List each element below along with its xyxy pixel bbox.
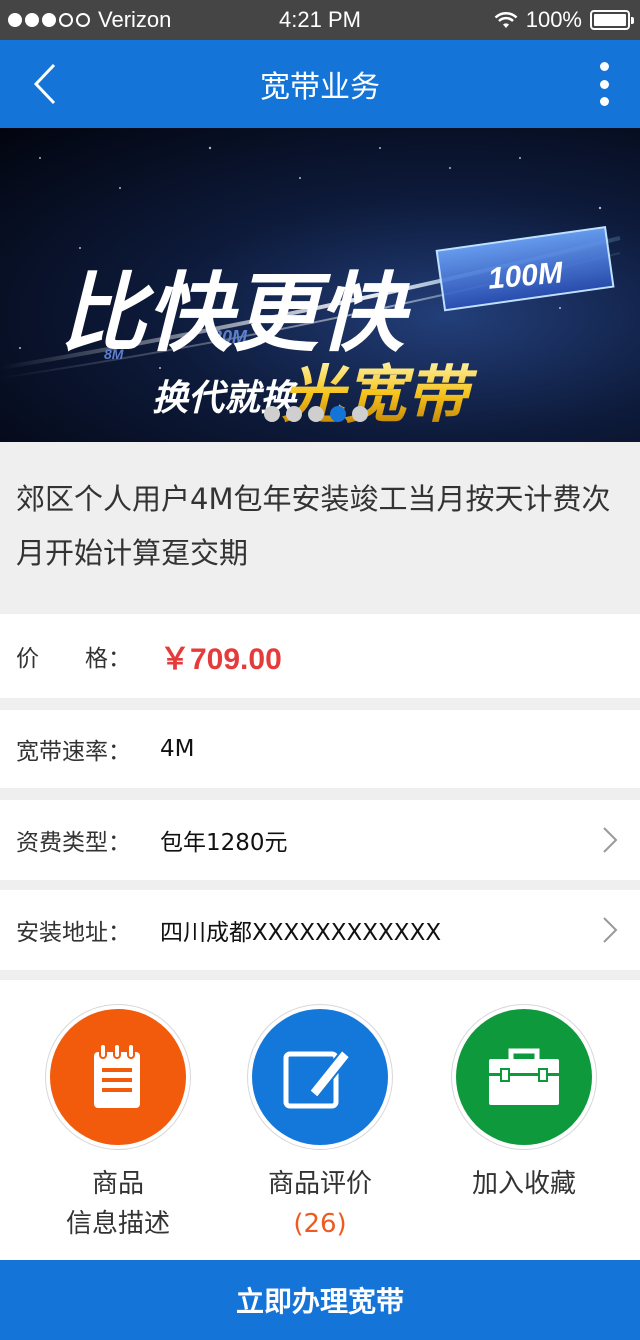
banner-dot[interactable]: [264, 406, 280, 422]
review-icon-frame: [247, 1004, 393, 1150]
battery-icon: [590, 10, 634, 30]
speed-label: 宽带速率：: [16, 739, 131, 765]
more-vertical-icon-dot: [599, 79, 609, 89]
battery-percent: 100%: [525, 7, 582, 32]
promo-banner[interactable]: 100M 20M 8M 比快更快 换代就换 光宽带: [0, 128, 640, 442]
fee-type-row[interactable]: 资费类型： 包年1280元: [0, 800, 640, 880]
add-favorite-button[interactable]: 加入收藏: [424, 1004, 624, 1204]
chevron-right-icon: [603, 917, 618, 943]
action-panel: 商品 信息描述 商品评价 (26) 加入收藏: [0, 980, 640, 1260]
banner-artwork: 100M 20M 8M 比快更快 换代就换 光宽带: [0, 146, 621, 431]
favorite-icon-frame: [451, 1004, 597, 1150]
banner-dot[interactable]: [352, 406, 368, 422]
product-title: 郊区个人用户4M包年安装竣工当月按天计费次月开始计算趸交期: [0, 442, 640, 614]
favorite-icon-bg: [456, 1009, 592, 1145]
fee-type-label: 资费类型：: [16, 830, 131, 856]
address-label: 安装地址：: [16, 920, 131, 946]
address-row[interactable]: 安装地址： 四川成都XXXXXXXXXXXX: [0, 890, 640, 970]
description-label: 商品 信息描述: [18, 1164, 218, 1244]
product-review-button[interactable]: 商品评价 (26): [220, 1004, 420, 1244]
review-label: 商品评价 (26): [220, 1164, 420, 1244]
more-vertical-icon-dot: [599, 97, 609, 106]
fee-type-value: 包年1280元: [160, 830, 288, 856]
page-title: 宽带业务: [260, 70, 380, 105]
wifi-icon: [494, 11, 518, 28]
description-label-line2: 信息描述: [65, 1209, 170, 1239]
nav-bar: 宽带业务: [0, 40, 640, 128]
review-count: (26): [293, 1209, 347, 1239]
speed-row: 宽带速率： 4M: [0, 710, 640, 788]
price-value: ￥709.00: [160, 643, 282, 676]
status-bar: Verizon 4:21 PM 100%: [0, 0, 640, 40]
banner-dot-active[interactable]: [330, 406, 346, 422]
chevron-right-icon: [603, 827, 618, 853]
banner-headline: 比快更快: [60, 264, 411, 364]
notepad-icon: [94, 1043, 140, 1108]
description-icon-frame: [45, 1004, 191, 1150]
description-label-line1: 商品: [91, 1169, 144, 1199]
briefcase-icon: [489, 1048, 559, 1105]
review-label-text: 商品评价: [267, 1169, 372, 1199]
apply-broadband-button[interactable]: 立即办理宽带: [0, 1260, 640, 1340]
banner-pagination: [264, 406, 368, 422]
banner-speed-main: 100M: [487, 256, 566, 296]
review-icon-bg: [252, 1009, 388, 1145]
edit-icon: [283, 1048, 352, 1109]
more-button[interactable]: [594, 62, 614, 106]
favorite-label: 加入收藏: [471, 1169, 576, 1199]
address-value: 四川成都XXXXXXXXXXXX: [160, 920, 442, 946]
product-description-button[interactable]: 商品 信息描述: [18, 1004, 218, 1244]
description-icon-bg: [50, 1009, 186, 1145]
more-vertical-icon-dot: [599, 62, 609, 71]
banner-dot[interactable]: [286, 406, 302, 422]
price-row: 价 格： ￥709.00: [0, 614, 640, 698]
price-label: 价 格：: [16, 646, 131, 672]
speed-value: 4M: [160, 736, 195, 762]
banner-dot[interactable]: [308, 406, 324, 422]
status-right: 100%: [494, 7, 634, 33]
